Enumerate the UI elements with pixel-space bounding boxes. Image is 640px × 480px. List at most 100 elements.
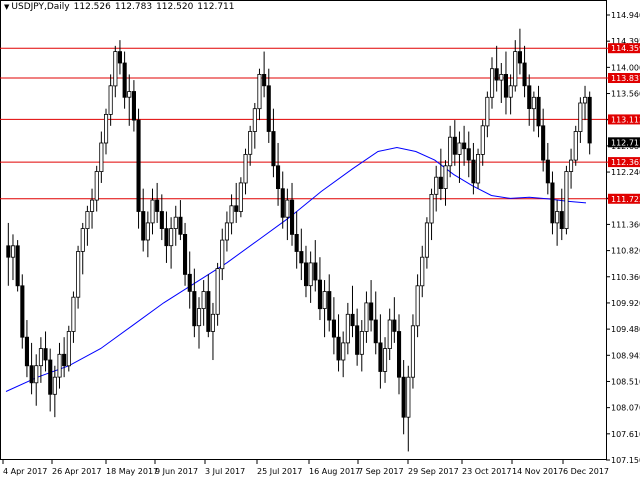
candle <box>308 251 313 303</box>
candle-body <box>475 153 481 184</box>
candle-body <box>382 348 388 372</box>
candle <box>71 291 76 343</box>
candle-body <box>387 319 392 350</box>
candle-body <box>15 245 20 287</box>
current-price-text: 112.711 <box>611 138 640 147</box>
candle <box>62 337 67 378</box>
candle-body <box>122 62 127 98</box>
candle <box>57 342 62 389</box>
candle <box>550 171 555 235</box>
candle <box>583 85 588 121</box>
y-tick-label: 107.150 <box>611 456 640 465</box>
candle-body <box>513 51 518 87</box>
candle-body <box>489 68 495 98</box>
candle-body <box>108 85 113 115</box>
candle <box>517 28 522 75</box>
candle <box>210 302 216 361</box>
candle-body <box>438 176 443 189</box>
candle-body <box>327 291 332 321</box>
candle-body <box>150 199 155 224</box>
candle-body <box>434 176 439 195</box>
candle <box>187 251 192 309</box>
y-tick-label: 114.940 <box>611 11 640 20</box>
candle-body <box>462 142 467 150</box>
candle-body <box>401 376 406 418</box>
candle-body <box>94 171 99 201</box>
candle <box>182 222 188 286</box>
candle-body <box>578 102 583 133</box>
candle <box>289 182 295 246</box>
candle <box>452 120 457 166</box>
candle-body <box>257 74 262 110</box>
candle-body <box>76 251 81 298</box>
level-label: 111.723 <box>608 193 640 204</box>
candle-body <box>341 342 346 361</box>
candle-body <box>466 148 471 161</box>
candle-body <box>52 376 57 395</box>
candle <box>127 74 132 126</box>
candle <box>108 74 113 126</box>
candle <box>499 62 504 103</box>
candle-body <box>234 205 239 212</box>
candles-layer <box>6 28 592 452</box>
price-chart[interactable]: 114.940114.395114.000113.560113.120112.6… <box>0 0 640 480</box>
candle <box>201 280 206 326</box>
candle-body <box>238 182 243 212</box>
candle <box>238 177 243 218</box>
candle <box>280 171 285 229</box>
candle <box>569 148 574 189</box>
candle <box>466 131 471 178</box>
candle-body <box>48 359 53 395</box>
candle-body <box>220 239 225 270</box>
candle-body <box>373 319 378 344</box>
candle-body <box>536 96 541 127</box>
candle-body <box>289 199 295 235</box>
x-tick-label: 25 Jul 2017 <box>257 467 302 476</box>
candle-body <box>564 171 569 229</box>
candle-body <box>210 313 216 332</box>
candle-body <box>262 74 267 87</box>
candle <box>336 314 341 372</box>
candle <box>136 108 141 229</box>
level-label: 113.837 <box>608 73 640 84</box>
candle-body <box>215 268 220 315</box>
candle <box>173 205 178 246</box>
candle-body <box>355 325 360 355</box>
candle-body <box>85 211 90 230</box>
candle <box>141 188 146 252</box>
candle-body <box>159 211 164 230</box>
candle <box>578 97 583 143</box>
candle-body <box>331 319 336 338</box>
x-tick-label: 6 Dec 2017 <box>563 467 609 476</box>
candle-body <box>415 285 420 327</box>
candle <box>275 142 281 206</box>
candle <box>248 125 253 166</box>
candle <box>169 217 174 269</box>
candle-body <box>452 136 457 155</box>
candle <box>369 280 374 332</box>
candle <box>10 234 16 281</box>
candle-body <box>508 85 513 98</box>
candle-body <box>90 199 95 212</box>
candle <box>429 188 434 241</box>
y-tick-label: 107.610 <box>611 430 640 439</box>
candle-body <box>80 228 85 252</box>
candle-body <box>457 142 462 155</box>
candle <box>410 314 415 389</box>
candle <box>90 188 95 229</box>
candle-body <box>173 216 178 229</box>
y-tick-label: 112.240 <box>611 168 640 177</box>
candle-body <box>308 262 313 287</box>
candle <box>587 91 592 155</box>
candle-body <box>34 365 39 384</box>
candle <box>424 217 429 269</box>
candle <box>76 245 81 309</box>
candle-body <box>345 313 350 344</box>
candle-body <box>503 74 508 98</box>
candle-body <box>420 256 425 287</box>
candle <box>522 45 527 98</box>
candle <box>192 268 197 338</box>
candle <box>573 125 578 166</box>
level-label-text: 111.723 <box>611 195 640 204</box>
candle-body <box>275 165 281 190</box>
